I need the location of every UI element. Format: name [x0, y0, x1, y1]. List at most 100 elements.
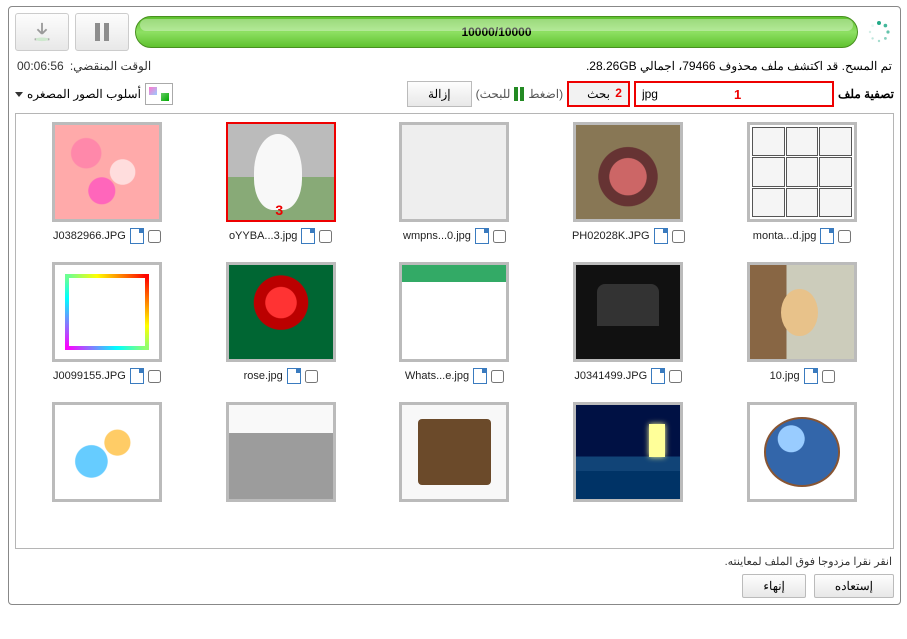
thumbnail-art [402, 125, 506, 219]
thumbnail[interactable] [573, 122, 683, 222]
filter-row: تصفية ملف 1 بحث 2 (اضغط للبحث) إزالة أسل… [15, 81, 894, 107]
thumbnail[interactable] [573, 262, 683, 362]
file-checkbox[interactable] [148, 230, 161, 243]
file-icon [287, 368, 301, 384]
callout-3: 3 [275, 202, 283, 218]
thumbnail[interactable] [52, 122, 162, 222]
app-window: 10000/10000 تم المسح. قد اكتشف ملف محذوف… [8, 6, 901, 605]
filter-input-wrap: 1 [634, 81, 834, 107]
file-caption: rose.jpg [244, 368, 318, 384]
thumbnail-art [229, 265, 333, 359]
file-checkbox[interactable] [319, 230, 332, 243]
file-item[interactable] [372, 402, 538, 502]
scan-result-text: تم المسح. قد اكتشف ملف محذوف 79466، اجما… [586, 59, 892, 73]
file-caption: monta...d.jpg [753, 228, 852, 244]
thumbnail-art [576, 125, 680, 219]
file-name: rose.jpg [244, 370, 283, 382]
thumbnail[interactable] [399, 262, 509, 362]
remove-button[interactable]: إزالة [407, 81, 472, 107]
file-item[interactable] [719, 402, 885, 502]
file-icon [651, 368, 665, 384]
search-hint: (اضغط للبحث) [476, 87, 563, 101]
finish-button[interactable]: إنهاء [742, 574, 806, 598]
file-checkbox[interactable] [822, 370, 835, 383]
file-item[interactable]: 10.jpg [719, 262, 885, 384]
thumbnail[interactable] [573, 402, 683, 502]
thumbnail-art [750, 265, 854, 359]
file-caption: wmpns...0.jpg [403, 228, 506, 244]
thumbnail-art [55, 405, 159, 499]
thumbnail[interactable] [747, 402, 857, 502]
thumbnail[interactable] [399, 122, 509, 222]
file-checkbox[interactable] [672, 230, 685, 243]
file-checkbox[interactable] [669, 370, 682, 383]
file-item[interactable]: wmpns...0.jpg [372, 122, 538, 244]
thumbnail[interactable] [226, 402, 336, 502]
thumbnail[interactable] [226, 262, 336, 362]
thumbnail-style-icon [145, 83, 173, 105]
preview-hint: انقر نقرا مزدوجا فوق الملف لمعاينته. [17, 555, 892, 568]
info-row: تم المسح. قد اكتشف ملف محذوف 79466، اجما… [17, 59, 892, 73]
thumbnail-art [402, 405, 506, 499]
thumbnail[interactable] [747, 122, 857, 222]
download-button[interactable] [15, 13, 69, 51]
loading-spinner-icon [864, 17, 894, 47]
file-checkbox[interactable] [148, 370, 161, 383]
file-item[interactable]: Whats...e.jpg [372, 262, 538, 384]
file-name: Whats...e.jpg [405, 370, 469, 382]
pause-icon [94, 23, 110, 41]
file-checkbox[interactable] [305, 370, 318, 383]
thumbnail-style-dropdown[interactable]: أسلوب الصور المصغره [15, 83, 173, 105]
progress-bar: 10000/10000 [135, 16, 858, 48]
file-name: PH02028K.JPG [572, 230, 650, 242]
file-name: wmpns...0.jpg [403, 230, 471, 242]
progress-text: 10000/10000 [461, 25, 531, 39]
download-icon [31, 21, 53, 43]
file-item[interactable]: J0099155.JPG [24, 262, 190, 384]
file-item[interactable]: PH02028K.JPG [545, 122, 711, 244]
file-caption: J0382966.JPG [53, 228, 161, 244]
file-item[interactable] [24, 402, 190, 502]
file-checkbox[interactable] [491, 370, 504, 383]
restore-button[interactable]: إستعاده [814, 574, 894, 598]
top-controls: 10000/10000 [15, 13, 894, 51]
thumbnail[interactable] [52, 402, 162, 502]
thumbnail[interactable] [52, 262, 162, 362]
file-icon [654, 228, 668, 244]
file-item[interactable]: 3 oYYBA...3.jpg [198, 122, 364, 244]
file-checkbox[interactable] [838, 230, 851, 243]
file-icon [130, 368, 144, 384]
file-item[interactable]: J0341499.JPG [545, 262, 711, 384]
file-icon [473, 368, 487, 384]
file-item[interactable]: rose.jpg [198, 262, 364, 384]
file-item[interactable]: monta...d.jpg [719, 122, 885, 244]
file-checkbox[interactable] [493, 230, 506, 243]
thumbnail-art [402, 265, 506, 359]
file-item[interactable] [545, 402, 711, 502]
thumbnail-art [750, 125, 854, 219]
file-caption: PH02028K.JPG [572, 228, 685, 244]
file-icon [301, 228, 315, 244]
callout-2: 2 [615, 86, 622, 100]
elapsed-time: الوقت المنقضي: 00:06:56 [17, 59, 151, 73]
file-item[interactable]: J0382966.JPG [24, 122, 190, 244]
thumbnail[interactable]: 3 [226, 122, 336, 222]
file-caption: oYYBA...3.jpg [229, 228, 333, 244]
file-icon [804, 368, 818, 384]
pause-button[interactable] [75, 13, 129, 51]
file-name: J0099155.JPG [53, 370, 126, 382]
thumbnail-art [229, 405, 333, 499]
callout-1: 1 [734, 87, 741, 102]
thumbnail[interactable] [399, 402, 509, 502]
file-item[interactable] [198, 402, 364, 502]
file-caption: J0099155.JPG [53, 368, 161, 384]
chevron-down-icon [15, 92, 23, 97]
file-caption: 10.jpg [770, 368, 835, 384]
thumbnail-art [55, 125, 159, 219]
footer-buttons: إنهاء إستعاده [15, 574, 894, 598]
thumbnail[interactable] [747, 262, 857, 362]
filter-label: تصفية ملف [838, 87, 894, 101]
search-button[interactable]: بحث 2 [567, 81, 630, 107]
file-icon [130, 228, 144, 244]
results-panel[interactable]: J0382966.JPG 3 oYYBA...3.jpg wmpns...0.jpg P… [15, 113, 894, 549]
